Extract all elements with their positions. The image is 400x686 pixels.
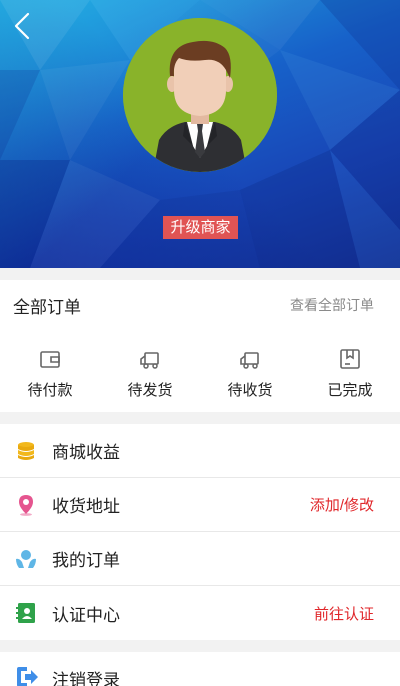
orders-card: 全部订单 查看全部订单 待付款 待发货 待收货 已完成 <box>0 280 400 412</box>
coins-icon <box>18 442 34 460</box>
menu-item-label: 我的订单 <box>52 551 120 570</box>
order-status-tabs: 待付款 待发货 待收货 已完成 <box>0 330 400 412</box>
id-card-icon <box>16 603 35 623</box>
orders-header: 全部订单 查看全部订单 <box>0 280 400 330</box>
logout-label: 注销登录 <box>52 671 120 686</box>
location-pin-icon <box>19 495 33 516</box>
orders-title: 全部订单 <box>13 297 81 317</box>
menu-item-shipping-address[interactable]: 收货地址 添加/修改 <box>0 478 400 532</box>
menu-item-label: 认证中心 <box>52 605 120 625</box>
menu-item-verification-center[interactable]: 认证中心 前往认证 <box>0 586 400 640</box>
tab-label: 待发货 <box>127 382 173 399</box>
menu-item-my-orders[interactable]: 我的订单 <box>0 532 400 586</box>
menu-list: 商城收益 收货地址 添加/修改 我的订单 认证中心 前往认证 <box>0 424 400 640</box>
profile-header: 升级商家 <box>0 0 400 268</box>
truck-icon <box>240 352 259 369</box>
logout-button[interactable]: 注销登录 <box>0 652 400 686</box>
go-verify-link[interactable]: 前往认证 <box>314 603 374 624</box>
tab-pending-shipment[interactable]: 待发货 <box>100 330 200 412</box>
upgrade-merchant-button[interactable]: 升级商家 <box>163 216 238 239</box>
tab-completed[interactable]: 已完成 <box>300 330 400 412</box>
menu-item-label: 收货地址 <box>52 497 120 516</box>
hands-icon <box>16 550 36 568</box>
person-icon <box>123 18 277 172</box>
view-all-orders-link[interactable]: 查看全部订单 <box>290 295 374 315</box>
logout-icon <box>17 667 38 686</box>
chevron-left-icon[interactable] <box>8 10 36 42</box>
tab-pending-payment[interactable]: 待付款 <box>0 330 100 412</box>
tab-label: 已完成 <box>327 382 373 399</box>
menu-item-label: 商城收益 <box>52 443 120 462</box>
avatar[interactable] <box>123 18 277 172</box>
truck-icon <box>140 352 159 369</box>
add-edit-address-link[interactable]: 添加/修改 <box>310 494 374 515</box>
box-check-icon <box>340 349 360 369</box>
menu-item-mall-earnings[interactable]: 商城收益 <box>0 424 400 478</box>
tab-label: 待收货 <box>227 382 273 399</box>
tab-pending-receipt[interactable]: 待收货 <box>200 330 300 412</box>
tab-label: 待付款 <box>27 382 73 399</box>
wallet-icon <box>40 351 60 368</box>
